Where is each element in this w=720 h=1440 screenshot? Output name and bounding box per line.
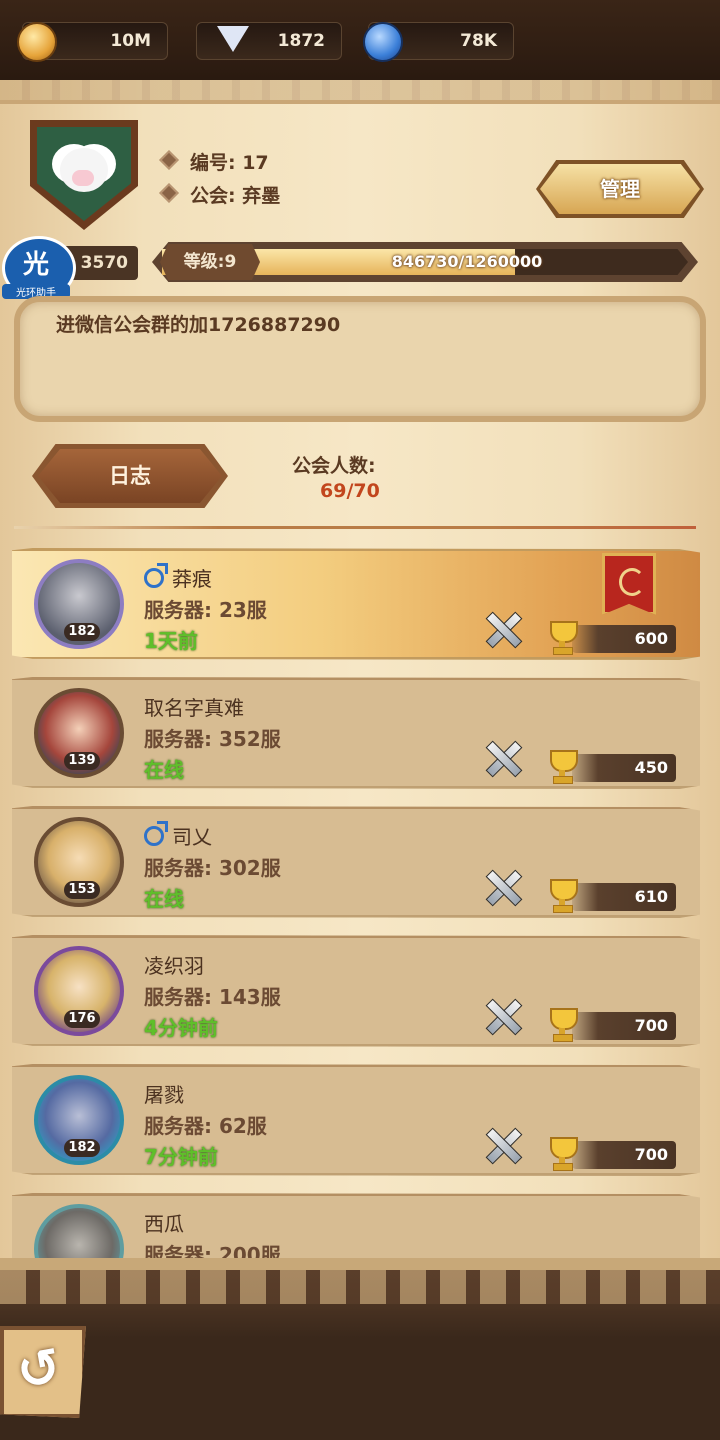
guild-id-row: 编号: 17 [159,148,269,175]
log-button[interactable]: 日志 [38,449,222,503]
trophy-icon [544,1135,580,1171]
avatar[interactable]: 153 [34,817,124,907]
guild-level: 等级:9 [160,244,260,280]
member-status: 7分钟前 [144,1145,218,1169]
trophy-icon [544,619,580,655]
member-status: 4分钟前 [144,1016,218,1040]
guild-notice-text: 进微信公会群的加1726887290 [56,314,341,336]
guild-id: 编号: 17 [190,152,269,174]
member-card[interactable]: 139 取名字真难 服务器: 352服 在线 450 [12,677,700,789]
member-count-label: 公会人数: [292,455,376,477]
member-name-row: 莽痕 [144,563,212,592]
bullet-icon [159,183,179,203]
trophy-count: 700 [572,1012,676,1040]
hero-dust-icon [363,22,403,62]
bottom-bar [0,1270,720,1440]
member-name: 司乂 [172,825,212,849]
crossed-swords-icon[interactable] [482,996,523,1036]
panel-edge [0,80,720,102]
member-name: 屠戮 [144,1083,184,1107]
trophy-count: 700 [572,1141,676,1169]
member-server: 服务器: 302服 [144,856,281,880]
member-server: 服务器: 200服 [144,1243,281,1258]
trophy-icon [544,1006,580,1042]
member-card[interactable]: 176 凌织羽 服务器: 143服 4分钟前 700 [12,935,700,1047]
crossed-swords-icon[interactable] [482,1125,523,1165]
avatar-level: 176 [64,1010,100,1028]
member-card[interactable]: 182 莽痕 服务器: 23服 1天前 600 [12,548,700,660]
avatar-level: 182 [64,1139,100,1157]
avatar[interactable]: 182 [34,559,124,649]
trophy-count: 600 [572,625,676,653]
male-icon [144,821,168,846]
back-arrow-icon: ↺ [12,1336,66,1404]
manage-button[interactable]: 管理 [540,164,700,214]
member-name: 西瓜 [144,1212,184,1236]
avatar[interactable] [34,1204,124,1258]
gold-value: 10M [110,31,151,51]
avatar[interactable]: 182 [34,1075,124,1165]
watermark-badge[interactable]: 光 光环助手 [0,236,76,300]
avatar-level: 182 [64,623,100,641]
crossed-swords-icon[interactable] [482,609,523,649]
member-count: 69/70 [320,480,380,502]
diamond-counter[interactable]: 1872 [196,22,342,60]
watermark-glyph: 光 [22,250,49,280]
trophy-icon [544,877,580,913]
member-name: 莽痕 [172,567,212,591]
guild-leader-banner-icon [602,553,656,615]
dust-counter[interactable]: 78K [363,22,514,62]
guild-emblem[interactable] [30,120,138,230]
trophy-count: 450 [572,754,676,782]
member-server: 服务器: 62服 [144,1114,267,1138]
member-server: 服务器: 352服 [144,727,281,751]
avatar-level: 153 [64,881,100,899]
avatar[interactable]: 139 [34,688,124,778]
member-name: 取名字真难 [144,696,244,720]
member-card[interactable]: 153 司乂 服务器: 302服 在线 610 [12,806,700,918]
gold-coin-icon [17,22,57,62]
male-icon [144,563,168,588]
member-status: 在线 [144,887,184,911]
avatar[interactable]: 176 [34,946,124,1036]
dust-value: 78K [460,31,497,51]
guild-name: 公会: 弃墨 [190,185,281,207]
trophy-icon [544,748,580,784]
member-status: 1天前 [144,629,198,653]
gold-counter[interactable]: 10M [17,22,168,62]
list-bottom-edge [0,1258,720,1270]
member-server: 服务器: 143服 [144,985,281,1009]
diamond-value: 1872 [277,31,325,51]
guild-name-row: 公会: 弃墨 [159,181,281,208]
member-name: 凌织羽 [144,954,204,978]
member-card[interactable]: 182 屠戮 服务器: 62服 7分钟前 700 [12,1064,700,1176]
section-divider [14,526,696,529]
crossed-swords-icon[interactable] [482,738,523,778]
bullet-icon [159,150,179,170]
member-status: 在线 [144,758,184,782]
trophy-count: 610 [572,883,676,911]
level-exp-text: 846730/1260000 [391,252,543,271]
member-list[interactable]: 182 莽痕 服务器: 23服 1天前 600 139 取名字真难 服务器: 3… [0,540,720,1258]
crossed-swords-icon[interactable] [482,867,523,907]
panel-divider [0,100,720,104]
avatar-level: 139 [64,752,100,770]
member-card[interactable]: 西瓜 服务器: 200服 [12,1193,700,1258]
member-server: 服务器: 23服 [144,598,267,622]
diamond-icon [217,26,249,52]
member-name-row: 司乂 [144,821,212,850]
